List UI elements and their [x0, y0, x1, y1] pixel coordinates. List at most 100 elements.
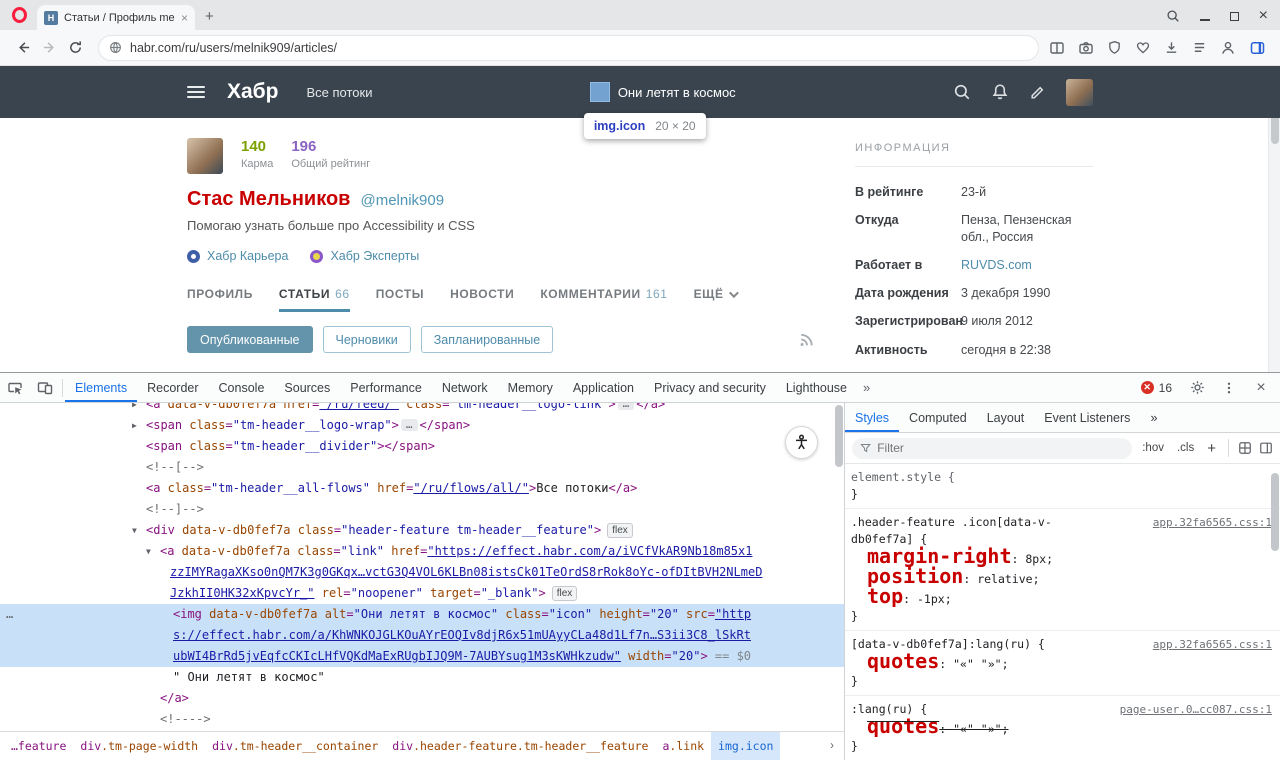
- back-button[interactable]: [10, 40, 36, 55]
- chevron-right-icon[interactable]: ▶: [132, 403, 137, 415]
- css-declaration[interactable]: top: -1px;: [851, 586, 1272, 608]
- info-value[interactable]: RUVDS.com: [961, 257, 1032, 273]
- opera-logo[interactable]: [12, 7, 27, 23]
- breadcrumb-item[interactable]: …feature: [4, 732, 73, 760]
- filter-chip-2[interactable]: Запланированные: [420, 326, 554, 353]
- devtools-tab-application[interactable]: Application: [563, 373, 644, 402]
- profile-avatar[interactable]: [187, 138, 223, 174]
- filter-chip-1[interactable]: Черновики: [322, 326, 411, 353]
- tree-line[interactable]: JzkhII0HK32xKpvcYr_" rel="noopener" targ…: [0, 583, 844, 604]
- tree-line[interactable]: ubWI4BrRd5jvEqfcCKIcLHfVQKdMaExRUgbIJQ9M…: [0, 646, 844, 667]
- css-source-link[interactable]: app.32fa6565.css:1: [1153, 636, 1272, 653]
- tree-line[interactable]: … <img data-v-db0fef7a alt="Они летят в к…: [0, 604, 844, 625]
- window-close-button[interactable]: ×: [1259, 8, 1268, 24]
- styles-tab-event-listeners[interactable]: Event Listeners: [1034, 403, 1140, 432]
- styles-scrollbar[interactable]: [1271, 473, 1279, 551]
- tree-line[interactable]: " Они летят в космос": [0, 667, 844, 688]
- css-source-link[interactable]: page-user.0…cc087.css:1: [1120, 701, 1272, 718]
- tree-line[interactable]: <!--]-->: [0, 499, 844, 520]
- minimize-button[interactable]: [1199, 10, 1210, 23]
- new-tab-button[interactable]: +: [205, 8, 214, 25]
- devtools-tab-network[interactable]: Network: [432, 373, 498, 402]
- breadcrumb-scroll-right-icon[interactable]: ›: [820, 732, 844, 760]
- rendering-emulation-icon[interactable]: [1238, 441, 1252, 455]
- flex-badge[interactable]: flex: [607, 523, 633, 538]
- breadcrumb-item[interactable]: a .link: [655, 732, 711, 760]
- user-avatar[interactable]: [1066, 78, 1093, 106]
- reload-button[interactable]: [62, 40, 88, 55]
- filter-input[interactable]: [877, 441, 1125, 455]
- bookmark-heart-icon[interactable]: [1135, 40, 1151, 55]
- notifications-bell-icon[interactable]: [991, 83, 1009, 101]
- settings-gear-icon[interactable]: [1182, 380, 1212, 395]
- profile-username[interactable]: @melnik909: [360, 192, 444, 209]
- devtools-tab-sources[interactable]: Sources: [274, 373, 340, 402]
- url-text[interactable]: habr.com/ru/users/melnik909/articles/: [130, 41, 337, 55]
- forward-button[interactable]: [36, 40, 62, 55]
- kebab-menu-icon[interactable]: [1214, 381, 1244, 395]
- styles-tab-styles[interactable]: Styles: [845, 403, 899, 432]
- profile-badge[interactable]: Хабр Эксперты: [310, 249, 419, 263]
- devtools-tab-performance[interactable]: Performance: [340, 373, 432, 402]
- tree-line[interactable]: ▼ <div data-v-db0fef7a class="header-feat…: [0, 520, 844, 541]
- sidebar-toggle-icon[interactable]: [1249, 40, 1266, 56]
- css-declaration[interactable]: quotes: "«" "»";: [851, 716, 1272, 738]
- devtools-tab-lighthouse[interactable]: Lighthouse: [776, 373, 857, 402]
- devtools-tab-recorder[interactable]: Recorder: [137, 373, 208, 402]
- css-declaration[interactable]: position: relative;: [851, 566, 1272, 588]
- breadcrumb-item[interactable]: div .tm-header__container: [205, 732, 385, 760]
- breadcrumb-item[interactable]: div .tm-page-width: [73, 732, 205, 760]
- tree-line[interactable]: s://effect.habr.com/a/KhWNKOJGLKOuAYrEOQ…: [0, 625, 844, 646]
- header-search-icon[interactable]: [953, 83, 971, 101]
- devtools-tab-console[interactable]: Console: [209, 373, 275, 402]
- profile-tab-3[interactable]: НОВОСТИ: [450, 281, 514, 312]
- new-style-rule-button[interactable]: +: [1204, 440, 1219, 457]
- devtools-tab-elements[interactable]: Elements: [65, 373, 137, 402]
- profile-icon[interactable]: [1220, 40, 1236, 56]
- menu-icon[interactable]: [187, 86, 205, 98]
- expand-ellipsis-button[interactable]: …: [400, 419, 418, 431]
- breadcrumb-item[interactable]: img .icon: [711, 732, 781, 760]
- tree-line[interactable]: ▼ <a data-v-db0fef7a class="link" href="h…: [0, 541, 844, 562]
- tree-line[interactable]: <!---->: [0, 709, 844, 730]
- profile-badge[interactable]: Хабр Карьера: [187, 249, 288, 263]
- node-menu-icon[interactable]: …: [6, 604, 13, 625]
- breadcrumb-item[interactable]: div .header-feature.tm-header__feature: [385, 732, 655, 760]
- habr-logo[interactable]: Хабр: [227, 80, 279, 104]
- expand-ellipsis-button[interactable]: …: [617, 403, 635, 410]
- tree-line[interactable]: <span class="tm-header__divider"></span>: [0, 436, 844, 457]
- tree-line[interactable]: <a class="tm-header__all-flows" href="/r…: [0, 478, 844, 499]
- toggle-element-state-button[interactable]: :hov: [1139, 442, 1167, 454]
- profile-tab-5[interactable]: ЕЩЁ: [694, 281, 739, 312]
- profile-tab-1[interactable]: СТАТЬИ 66: [278, 281, 350, 312]
- snapshot-camera-icon[interactable]: [1078, 40, 1094, 56]
- tree-line[interactable]: ▶ <span class="tm-header__logo-wrap">… </s…: [0, 415, 844, 436]
- styles-filter[interactable]: [852, 437, 1133, 459]
- maximize-button[interactable]: [1229, 10, 1239, 23]
- site-badge-icon[interactable]: [109, 41, 122, 54]
- shield-icon[interactable]: [1107, 40, 1122, 55]
- more-tabs-icon[interactable]: »: [857, 373, 876, 402]
- download-icon[interactable]: [1164, 40, 1179, 55]
- tree-line[interactable]: zzIMYRagaXKso0nQM7K3g0GKqx…vctG3Q4VOL6KL…: [0, 562, 844, 583]
- filter-chip-0[interactable]: Опубликованные: [187, 326, 313, 353]
- reading-list-icon[interactable]: [1192, 40, 1207, 55]
- feature-link[interactable]: Они летят в космос img.icon 20 × 20: [583, 82, 736, 139]
- error-badge[interactable]: ✕ 16: [1133, 381, 1180, 395]
- styles-tab-computed[interactable]: Computed: [899, 403, 977, 432]
- computed-sidebar-icon[interactable]: [1259, 441, 1273, 455]
- rss-icon[interactable]: [798, 331, 815, 348]
- browser-tab[interactable]: H Статьи / Профиль melnik... ×: [37, 5, 195, 30]
- styles-more-tabs-icon[interactable]: »: [1140, 403, 1167, 432]
- css-source-link[interactable]: app.32fa6565.css:1: [1153, 514, 1272, 531]
- chevron-down-icon[interactable]: ▼: [146, 541, 151, 562]
- devtools-tab-memory[interactable]: Memory: [498, 373, 563, 402]
- chevron-right-icon[interactable]: ▶: [132, 415, 137, 436]
- tree-line[interactable]: ▶ <a data-v-db0fef7a href="/ru/feed/" cla…: [0, 403, 844, 415]
- write-pencil-icon[interactable]: [1029, 84, 1046, 101]
- devtools-tab-privacy-and-security[interactable]: Privacy and security: [644, 373, 776, 402]
- profile-tab-2[interactable]: ПОСТЫ: [376, 281, 424, 312]
- tab-close-icon[interactable]: ×: [181, 11, 188, 25]
- tree-line[interactable]: <!--[-->: [0, 457, 844, 478]
- css-declaration[interactable]: quotes: "«" "»";: [851, 651, 1272, 673]
